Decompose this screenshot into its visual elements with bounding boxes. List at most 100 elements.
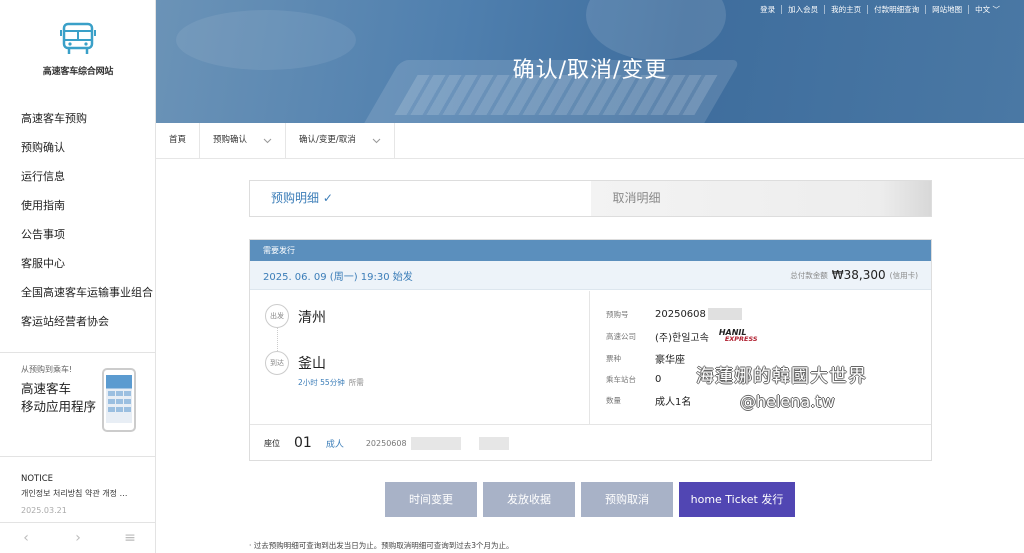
sitemap-link[interactable]: 网站地图 (925, 5, 968, 14)
breadcrumb-level1-label: 预购确认 (213, 135, 248, 145)
seat-number: 01 (294, 435, 312, 451)
detail-value: 豪华座 (655, 354, 685, 366)
language-select[interactable]: 中文 ﹀ (968, 5, 1006, 14)
detail-key: 预购号 (606, 309, 629, 319)
menu-icon[interactable]: ≡ (104, 523, 156, 553)
notice-date: 2025.03.21 (21, 506, 67, 515)
sidebar: 高速客车综合网站 高速客车预购 预购确认 运行信息 使用指南 公告事项 客服中心… (0, 0, 156, 553)
next-icon[interactable]: › (52, 523, 104, 553)
detail-row-reservation-no: 预购号 20250608 (606, 307, 742, 321)
detail-tabs: 预购明细 ✓ 取消明细 (249, 180, 932, 217)
redacted-block (478, 436, 509, 450)
app-promo[interactable]: 从预购到乘车! 高速客车 移动应用程序 (21, 364, 151, 444)
prev-icon[interactable]: ‹ (0, 523, 52, 553)
site-logo[interactable]: 高速客车综合网站 (0, 22, 156, 77)
page-title: 确认/取消/变更 (512, 58, 668, 83)
hero-banner: 登录 加入会员 我的主页 付款明细查询 网站地图 中文 ﹀ 确认/取消/变更 (156, 0, 1024, 123)
home-ticket-button[interactable]: home Ticket 发行 (679, 482, 795, 517)
departure-row: 2025. 06. 09 (周一) 19:30 始发 总付款金额 ₩38,300… (250, 261, 931, 290)
detail-value: (주)한일고속 (655, 332, 709, 344)
departure-datetime: 2025. 06. 09 (周一) 19:30 始发 (263, 271, 413, 283)
detail-value: 成人1名 (655, 396, 692, 408)
detail-key: 票种 (606, 353, 621, 363)
site-name: 高速客车综合网站 (42, 67, 114, 77)
footnote: · 过去预购明细可查询到出发当日为止。预购取消明细可查询到过去3个月为止。 (249, 541, 514, 550)
breadcrumb-home[interactable]: 首頁 (156, 123, 201, 158)
sidebar-item-reservation[interactable]: 高速客车预购 (0, 104, 156, 133)
sidebar-item-guide[interactable]: 使用指南 (0, 191, 156, 220)
breadcrumb-level2-label: 确认/变更/取消 (299, 135, 356, 145)
chevron-down-icon (372, 138, 381, 143)
signup-link[interactable]: 加入会员 (781, 5, 824, 14)
origin-city: 清州 (298, 310, 326, 326)
duration-suffix: 所需 (348, 378, 364, 387)
detail-key: 数量 (606, 395, 621, 405)
notice-heading: NOTICE (21, 474, 54, 484)
detail-row-platform: 乘车站台 0 (606, 372, 661, 386)
notice-title[interactable]: 개인정보 처리방침 약관 개정 … (21, 488, 151, 499)
sidebar-item-terminal-association[interactable]: 客运站经营者协会 (0, 307, 156, 336)
watermark-handle: @helena.tw (740, 392, 835, 411)
language-label: 中文 (975, 5, 991, 14)
tab-reservation-details[interactable]: 预购明细 ✓ (250, 181, 591, 216)
tab-cancellation-details[interactable]: 取消明细 (590, 181, 931, 216)
breadcrumb-level1[interactable]: 预购确认 (200, 123, 287, 158)
login-link[interactable]: 登录 (754, 5, 781, 14)
hanil-logo-bottom: EXPRESS (724, 335, 758, 343)
watermark-title: 海蓮娜的韓國大世界 (696, 366, 867, 387)
check-icon: ✓ (322, 191, 333, 205)
breadcrumb: 首頁 预购确认 确认/变更/取消 (156, 123, 1024, 159)
action-buttons: 时间变更 发放收据 预购取消 home Ticket 发行 (385, 482, 795, 517)
chevron-down-icon: ﹀ (992, 5, 1001, 14)
sidebar-item-customer-center[interactable]: 客服中心 (0, 249, 156, 278)
redacted-block (707, 308, 742, 320)
destination-city: 釜山 (298, 356, 326, 372)
total-payment: 总付款金额 ₩38,300 (信用卡) (790, 268, 918, 282)
arrive-badge: 到达 (265, 351, 289, 375)
total-label: 总付款金额 (790, 270, 828, 280)
payment-history-link[interactable]: 付款明细查询 (867, 5, 925, 14)
sidebar-item-reservation-check[interactable]: 预购确认 (0, 133, 156, 162)
detail-row-quantity: 数量 成人1名 (606, 393, 692, 408)
detail-row-ticket-type: 票种 豪华座 (606, 351, 685, 366)
sidebar-item-notices[interactable]: 公告事项 (0, 220, 156, 249)
phone-image (102, 368, 136, 432)
sidebar-nav: 高速客车预购 预购确认 运行信息 使用指南 公告事项 客服中心 全国高速客车运输… (0, 104, 156, 336)
seat-row: 座位 01 成人 20250608 (250, 424, 931, 461)
redacted-block (410, 436, 461, 450)
issue-receipt-button[interactable]: 发放收据 (483, 482, 575, 517)
depart-badge: 出发 (265, 304, 289, 328)
card-status-header: 需要发行 (250, 240, 931, 261)
notice-box[interactable]: NOTICE 개인정보 처리방침 약관 개정 … 2025.03.21 (21, 474, 151, 515)
utility-links: 登录 加入会员 我的主页 付款明细查询 网站地图 中文 ﹀ (754, 5, 1006, 14)
trip-duration: 2小时 55分钟 所需 (298, 377, 364, 388)
notice-nav: ‹ › ≡ (0, 522, 156, 553)
tab-reservation-label: 预购明细 (271, 191, 320, 205)
duration-value: 2小时 55分钟 (298, 378, 345, 387)
detail-key: 乘车站台 (606, 374, 636, 384)
detail-value: 0 (655, 373, 662, 385)
seat-passenger-type: 成人 (325, 439, 344, 450)
breadcrumb-level2[interactable]: 确认/变更/取消 (286, 123, 395, 158)
seat-ticket-no: 20250608 (365, 438, 407, 448)
breadcrumb-home-label: 首頁 (169, 135, 187, 145)
my-page-link[interactable]: 我的主页 (824, 5, 867, 14)
change-time-button[interactable]: 时间变更 (385, 482, 477, 517)
detail-value: 20250608 (655, 308, 706, 320)
route-line (277, 328, 278, 351)
reservation-card: 需要发行 2025. 06. 09 (周一) 19:30 始发 总付款金额 ₩3… (249, 239, 932, 461)
cancel-reservation-button[interactable]: 预购取消 (581, 482, 673, 517)
seat-label: 座位 (264, 438, 280, 448)
route-panel: 出发 清州 到达 釜山 2小时 55分钟 所需 (250, 291, 590, 424)
sidebar-item-bus-union[interactable]: 全国高速客车运输事业组合 (0, 278, 156, 307)
total-amount: ₩38,300 (831, 268, 886, 282)
tab-cancellation-label: 取消明细 (612, 191, 661, 205)
hanil-express-logo: HANIL EXPRESS (719, 329, 758, 343)
payment-method: (信用卡) (889, 270, 918, 280)
bus-icon (60, 22, 96, 54)
sidebar-item-operation-info[interactable]: 运行信息 (0, 162, 156, 191)
sidebar-divider (0, 456, 156, 457)
chevron-down-icon (263, 138, 272, 143)
detail-key: 高速公司 (606, 331, 636, 341)
detail-row-bus-company: 高速公司 (주)한일고속 HANIL EXPRESS (606, 329, 758, 344)
